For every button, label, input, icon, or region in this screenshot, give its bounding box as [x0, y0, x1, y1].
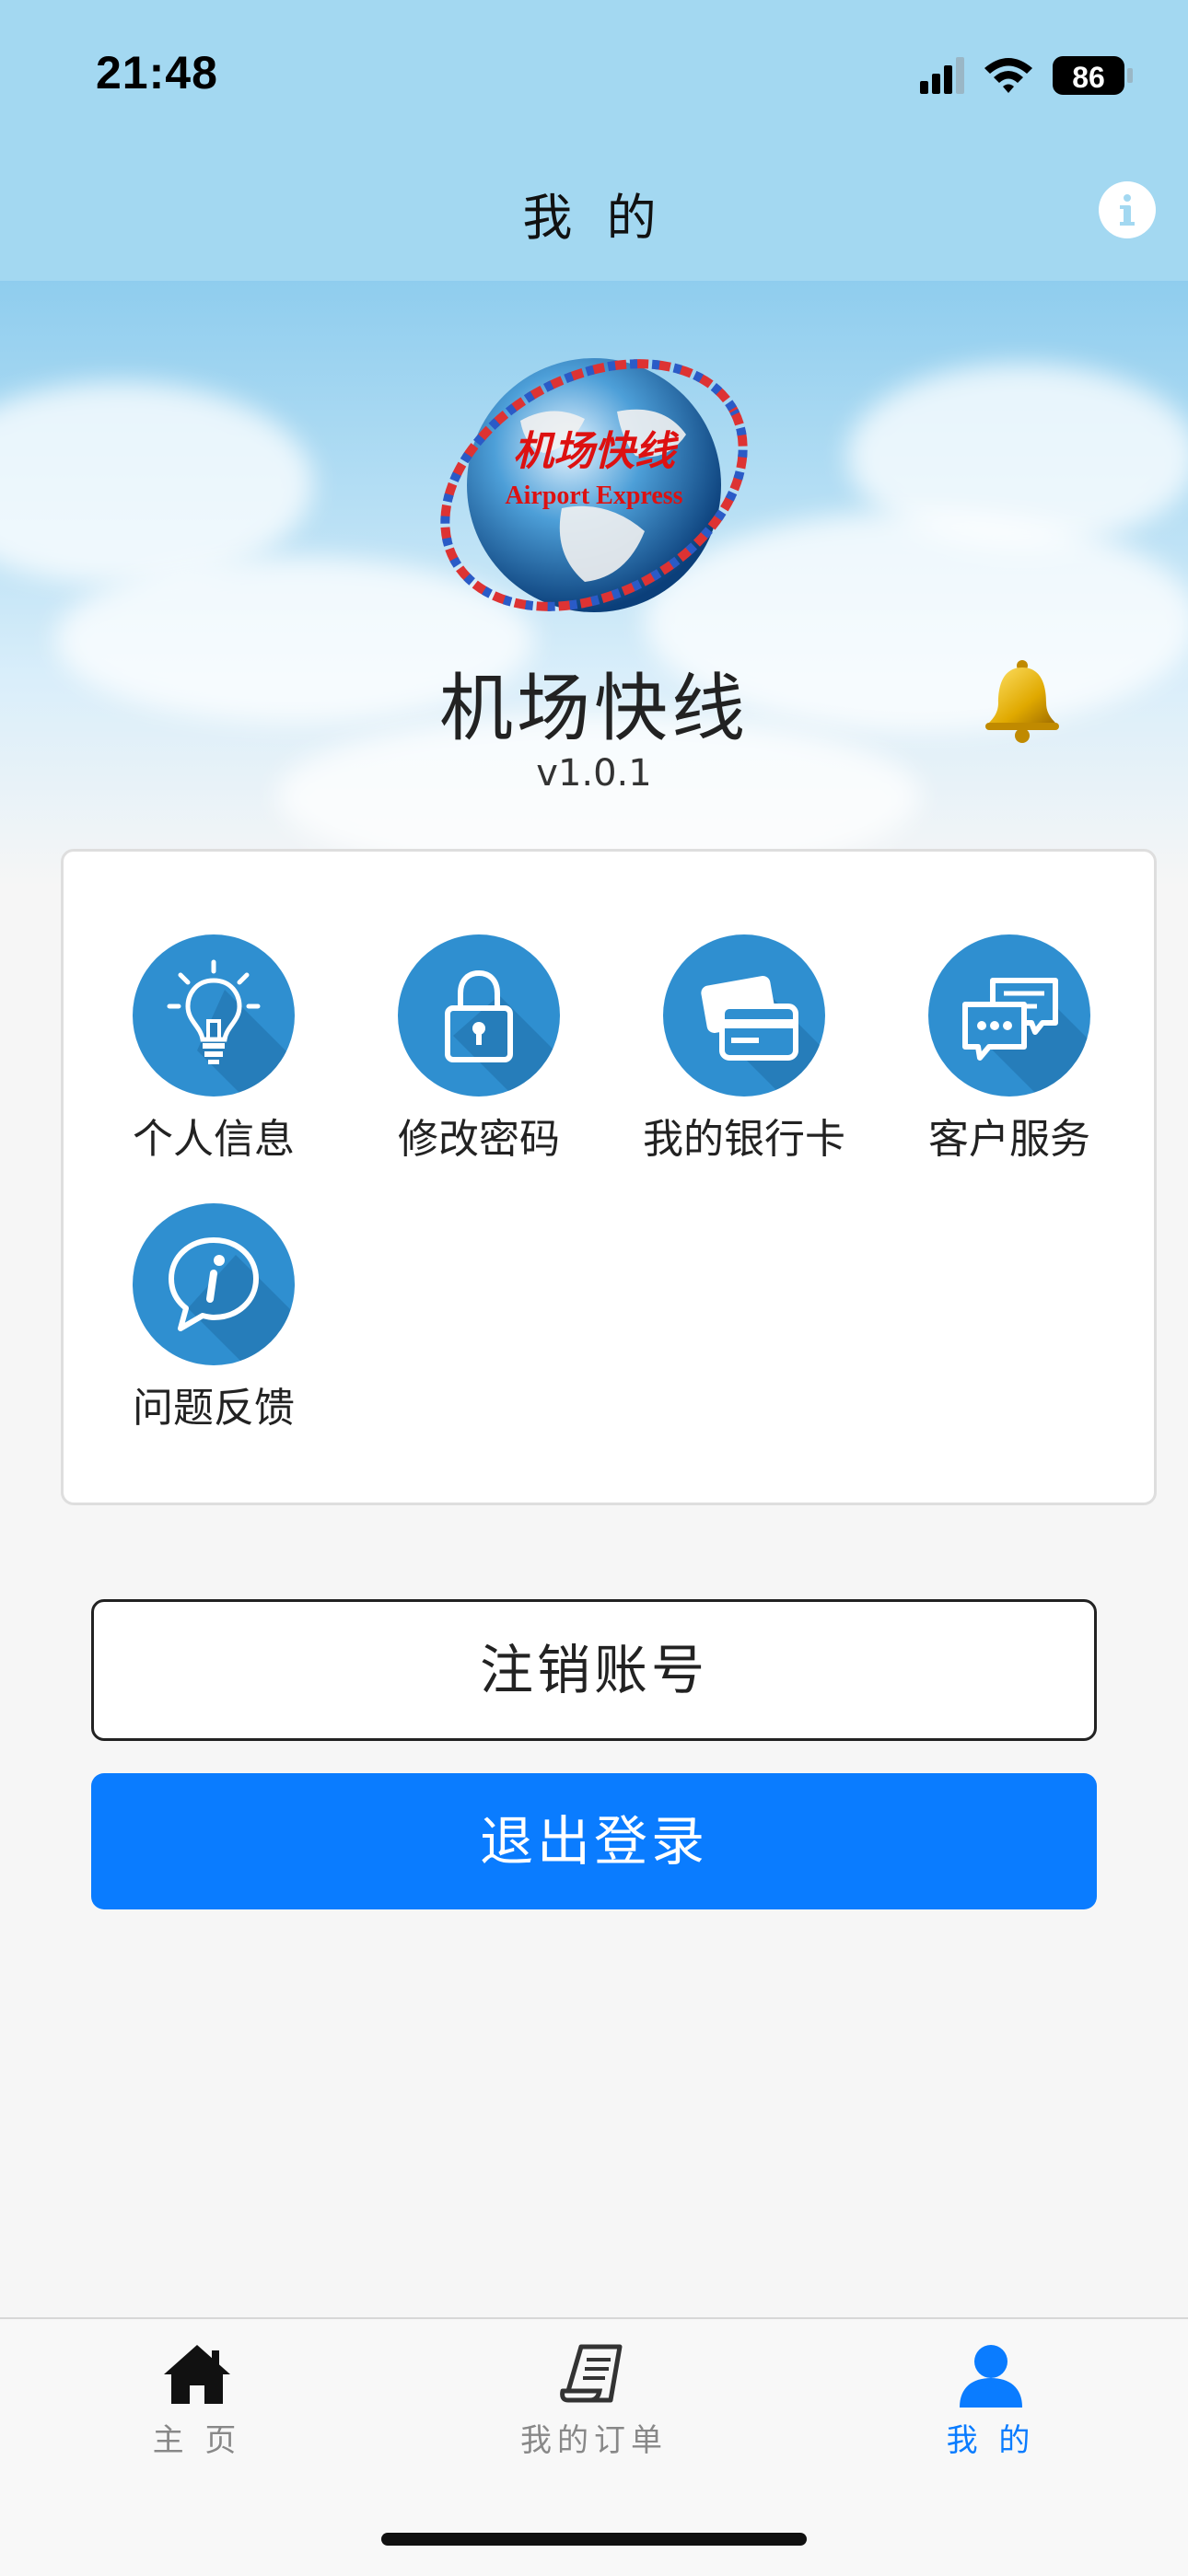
menu-grid-card: 个人信息 修改密码 我的银行卡 客户服务 问题反馈	[61, 849, 1157, 1505]
tab-profile[interactable]: 我 的	[871, 2341, 1111, 2460]
app-version: v1.0.1	[536, 752, 652, 795]
lock-icon	[398, 934, 560, 1097]
menu-item-bank-card[interactable]: 我的银行卡	[624, 934, 864, 1165]
menu-item-personal-info[interactable]: 个人信息	[94, 934, 333, 1165]
tab-my-orders[interactable]: 我的订单	[474, 2341, 714, 2460]
menu-item-label: 修改密码	[398, 1116, 560, 1163]
home-icon	[164, 2345, 230, 2404]
profile-hero: 机场快线 Airport Express 机场快线 v1.0.1	[0, 281, 1188, 888]
app-logo: 机场快线 Airport Express	[440, 358, 748, 612]
chat-bubbles-icon	[928, 934, 1090, 1097]
status-bar: 21:48 86	[0, 0, 1188, 138]
deactivate-account-button[interactable]: 注销账号	[91, 1599, 1097, 1741]
tab-label: 我 的	[946, 2422, 1036, 2459]
menu-item-label: 问题反馈	[133, 1385, 295, 1432]
wifi-icon	[984, 58, 1032, 93]
battery-icon: 86	[1053, 56, 1133, 95]
status-time: 21:48	[96, 47, 218, 99]
cellular-signal-icon	[920, 57, 964, 94]
svg-text:86: 86	[1072, 61, 1105, 94]
logout-button[interactable]: 退出登录	[91, 1773, 1097, 1909]
menu-item-feedback[interactable]: 问题反馈	[94, 1203, 333, 1433]
menu-item-change-password[interactable]: 修改密码	[359, 934, 599, 1165]
svg-text:机场快线: 机场快线	[513, 428, 680, 475]
bank-card-icon	[663, 934, 825, 1097]
cloud-decoration	[0, 382, 313, 585]
info-bubble-icon	[133, 1203, 295, 1365]
person-icon	[960, 2345, 1022, 2408]
menu-item-label: 我的银行卡	[643, 1116, 845, 1163]
info-icon[interactable]	[1098, 180, 1157, 239]
tab-label: 我的订单	[520, 2422, 668, 2459]
tab-home[interactable]: 主 页	[77, 2341, 317, 2460]
lightbulb-icon	[133, 934, 295, 1097]
status-icons: 86	[920, 56, 1133, 95]
bell-icon[interactable]	[978, 656, 1066, 745]
tab-label: 主 页	[152, 2422, 242, 2459]
menu-item-label: 客户服务	[928, 1116, 1090, 1163]
home-indicator	[381, 2533, 807, 2546]
order-document-icon	[560, 2344, 623, 2403]
menu-item-customer-service[interactable]: 客户服务	[890, 934, 1129, 1165]
svg-text:Airport Express: Airport Express	[505, 482, 682, 510]
menu-item-label: 个人信息	[133, 1116, 295, 1163]
page-title: 我 的	[522, 189, 666, 247]
